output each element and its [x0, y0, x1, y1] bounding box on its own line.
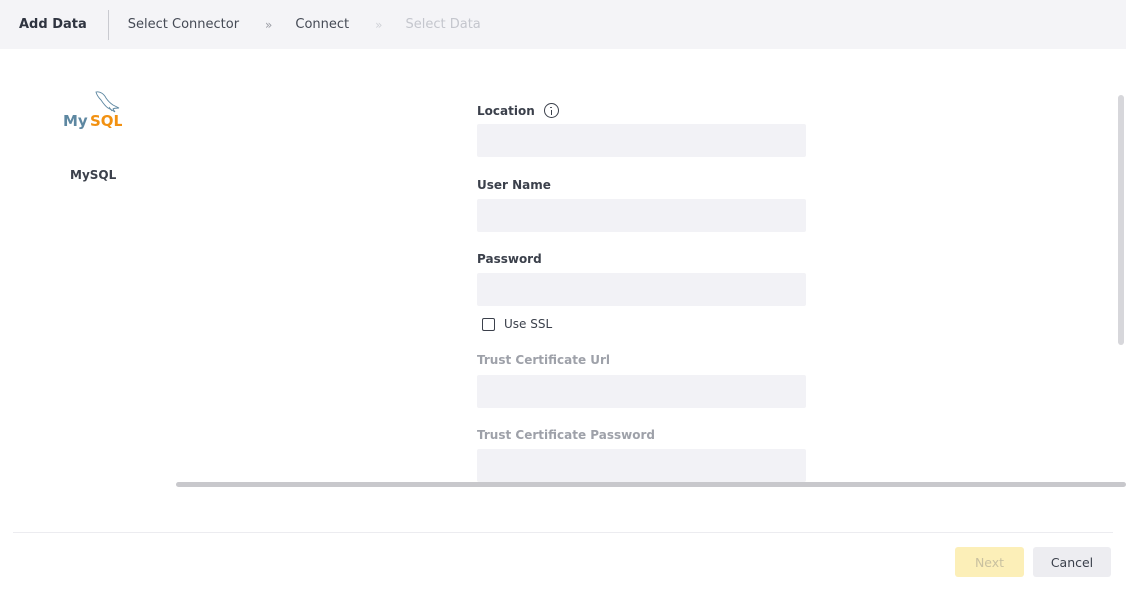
cancel-button[interactable]: Cancel	[1033, 547, 1111, 577]
breadcrumb-separator-icon: »	[265, 17, 272, 32]
breadcrumb-select-connector[interactable]: Select Connector	[128, 17, 239, 32]
add-data-dialog: Add Data Select Connector » Connect » Se…	[0, 0, 1126, 590]
vertical-scrollbar[interactable]	[1118, 95, 1124, 345]
use-ssl-checkbox[interactable]	[482, 317, 495, 331]
connector-name: MySQL	[70, 168, 117, 182]
connection-form: Location User Name Password Use SSL Trus…	[176, 49, 1126, 486]
trust-cert-url-input	[477, 375, 806, 408]
password-label: Password	[477, 252, 542, 266]
password-input[interactable]	[477, 273, 806, 306]
mysql-logo-icon: My SQL	[62, 88, 124, 130]
username-label: User Name	[477, 178, 551, 192]
location-input[interactable]	[477, 124, 806, 157]
username-input[interactable]	[477, 199, 806, 232]
footer-divider	[13, 532, 1113, 533]
wizard-header: Add Data Select Connector » Connect » Se…	[0, 0, 1126, 49]
header-divider	[107, 9, 109, 40]
breadcrumb-separator-icon: »	[375, 17, 382, 32]
trust-cert-password-label: Trust Certificate Password	[477, 428, 655, 442]
trust-cert-password-input	[477, 449, 806, 482]
breadcrumb-select-data: Select Data	[405, 17, 481, 32]
use-ssl-row[interactable]: Use SSL	[482, 317, 552, 331]
horizontal-scrollbar[interactable]	[176, 482, 1126, 487]
info-icon[interactable]	[543, 103, 559, 118]
next-button[interactable]: Next	[955, 547, 1024, 577]
logo-text-my: My	[63, 112, 88, 130]
logo-text-sql: SQL	[90, 112, 122, 130]
location-label: Location	[477, 103, 559, 118]
trust-cert-url-label: Trust Certificate Url	[477, 353, 611, 367]
breadcrumb-connect[interactable]: Connect	[295, 17, 349, 32]
use-ssl-label: Use SSL	[504, 317, 553, 331]
page-title: Add Data	[19, 17, 87, 32]
location-label-text: Location	[477, 103, 535, 118]
